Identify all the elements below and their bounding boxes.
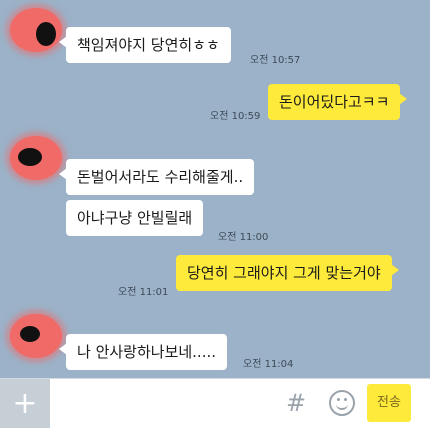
emoticon-icon-mouth — [336, 402, 348, 410]
chat-area: 책임져야지 당연히ㅎㅎ 오전 10:57 돈이어딨다고ㅋㅋ 오전 10:59 돈… — [0, 0, 430, 375]
profile-avatar[interactable] — [10, 8, 62, 52]
message-time: 오전 11:04 — [243, 359, 294, 370]
message-input-bar: + # 전송 — [0, 378, 430, 428]
profile-avatar[interactable] — [10, 136, 62, 180]
send-button[interactable]: 전송 — [367, 384, 411, 422]
incoming-message-bubble[interactable]: 아냐구냥 안빌릴래 — [66, 200, 204, 236]
message-time: 오전 10:57 — [250, 55, 301, 66]
incoming-message-bubble[interactable]: 돈벌어서라도 수리해줄게.. — [58, 159, 255, 195]
emoticon-icon[interactable] — [329, 390, 355, 416]
incoming-message-bubble[interactable]: 나 안사랑하나보네..... — [58, 334, 228, 370]
outgoing-message-bubble[interactable]: 당연히 그래야지 그게 맞는거야 — [176, 255, 399, 291]
profile-avatar[interactable] — [10, 314, 62, 358]
outgoing-message-bubble[interactable]: 돈이어딨다고ㅋㅋ — [268, 84, 408, 120]
incoming-message-bubble[interactable]: 책임져야지 당연히ㅎㅎ — [59, 27, 231, 63]
plus-icon[interactable]: + — [0, 379, 50, 428]
message-input[interactable] — [56, 387, 275, 421]
avatar-mark — [18, 148, 42, 166]
avatar-mark — [36, 22, 56, 46]
avatar-mark — [20, 326, 40, 342]
message-time: 오전 11:01 — [118, 287, 169, 298]
message-time: 오전 10:59 — [210, 111, 261, 122]
message-time: 오전 11:00 — [218, 232, 269, 243]
hash-icon[interactable]: # — [283, 385, 309, 421]
